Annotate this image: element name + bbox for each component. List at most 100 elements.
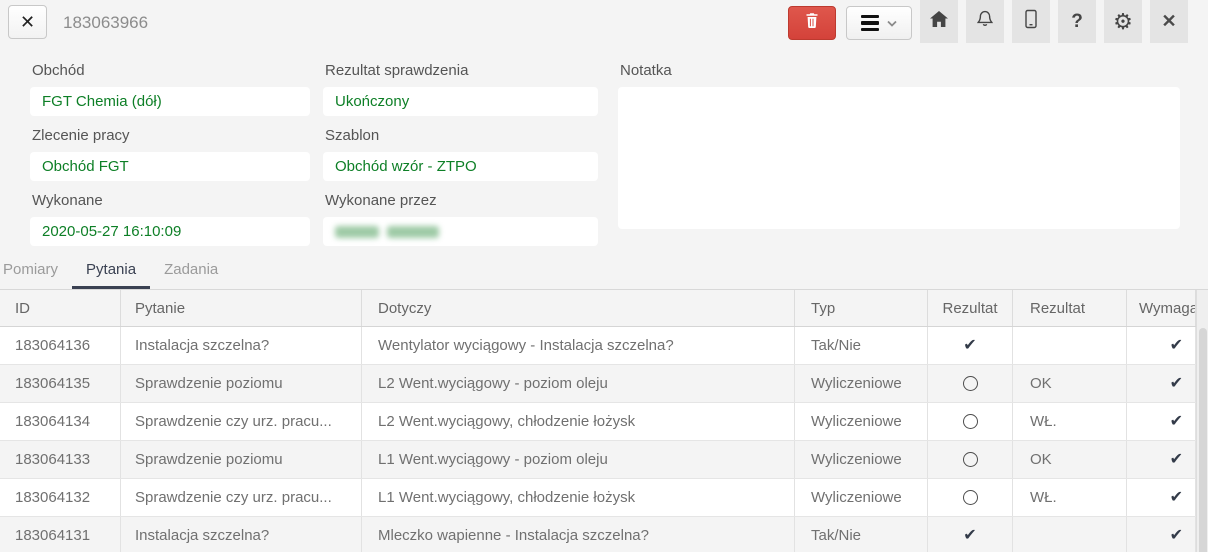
column-header-pytanie[interactable]: Pytanie: [121, 290, 362, 326]
cell-rezultat-text: [1013, 517, 1127, 552]
cell-pytanie: Sprawdzenie czy urz. pracu...: [121, 479, 362, 516]
app-window: ✕ 183063966: [0, 0, 1208, 552]
circle-icon[interactable]: [963, 376, 978, 391]
tab-pomiary[interactable]: Pomiary: [2, 254, 72, 289]
column-header-typ[interactable]: Typ: [795, 290, 928, 326]
page-title: 183063966: [63, 0, 148, 45]
hamburger-icon: [861, 15, 879, 32]
cell-typ: Tak/Nie: [795, 327, 928, 364]
cell-dotyczy: L2 Went.wyciągowy - poziom oleju: [362, 365, 795, 402]
cell-id: 183064131: [0, 517, 121, 552]
rezultat-sprawdzenia-label: Rezultat sprawdzenia: [325, 61, 598, 80]
table-row[interactable]: 183064132 Sprawdzenie czy urz. pracu... …: [0, 479, 1196, 517]
table-row[interactable]: 183064133 Sprawdzenie poziomu L1 Went.wy…: [0, 441, 1196, 479]
check-icon: ✔: [1170, 490, 1183, 506]
form-column-3: Notatka: [618, 61, 1180, 246]
delete-button[interactable]: [788, 6, 836, 40]
check-icon: ✔: [1170, 528, 1183, 544]
check-icon: ✔: [1170, 376, 1183, 392]
scrollbar-thumb[interactable]: [1199, 328, 1207, 552]
circle-icon[interactable]: [963, 452, 978, 467]
table-body: 183064136 Instalacja szczelna? Wentylato…: [0, 327, 1208, 552]
gear-icon: ⚙: [1113, 11, 1133, 33]
cell-rezultat-icon[interactable]: [928, 403, 1013, 440]
table-row[interactable]: 183064131 Instalacja szczelna? Mleczko w…: [0, 517, 1196, 552]
check-icon: ✔: [1170, 452, 1183, 468]
szablon-label: Szablon: [325, 126, 598, 145]
settings-button[interactable]: ⚙: [1104, 0, 1142, 43]
table-row[interactable]: 183064134 Sprawdzenie czy urz. pracu... …: [0, 403, 1196, 441]
szablon-field[interactable]: Obchód wzór - ZTPO: [323, 152, 598, 181]
obchod-field[interactable]: FGT Chemia (dół): [30, 87, 310, 116]
questions-table: ID Pytanie Dotyczy Typ Rezultat Rezultat…: [0, 289, 1208, 552]
redacted-name-blob: [387, 226, 439, 238]
help-button[interactable]: ?: [1058, 0, 1096, 43]
obchod-label: Obchód: [32, 61, 310, 80]
column-header-rezultat1[interactable]: Rezultat: [928, 290, 1013, 326]
check-icon: ✔: [1170, 414, 1183, 430]
chevron-down-icon: [887, 14, 897, 32]
section-tabs: Pomiary Pytania Zadania: [0, 254, 1208, 289]
column-header-rezultat2[interactable]: Rezultat: [1013, 290, 1127, 326]
zlecenie-pracy-field[interactable]: Obchód FGT: [30, 152, 310, 181]
cell-rezultat-icon[interactable]: [928, 441, 1013, 478]
cell-wymaga: ✔: [1127, 441, 1196, 478]
cell-rezultat-icon[interactable]: ✔: [928, 327, 1013, 364]
table-row[interactable]: 183064136 Instalacja szczelna? Wentylato…: [0, 327, 1196, 365]
cell-typ: Wyliczeniowe: [795, 479, 928, 516]
cell-pytanie: Sprawdzenie poziomu: [121, 441, 362, 478]
menu-dropdown-button[interactable]: [846, 6, 912, 40]
column-header-wymaga[interactable]: Wymaga: [1127, 290, 1196, 326]
form-column-2: Rezultat sprawdzenia Ukończony Szablon O…: [323, 61, 598, 246]
cell-wymaga: ✔: [1127, 517, 1196, 552]
toolbar-actions: ? ⚙ ✕: [788, 0, 1188, 43]
cell-typ: Tak/Nie: [795, 517, 928, 552]
cell-rezultat-text: WŁ.: [1013, 479, 1127, 516]
cell-pytanie: Instalacja szczelna?: [121, 327, 362, 364]
cell-id: 183064135: [0, 365, 121, 402]
question-icon: ?: [1071, 11, 1083, 33]
cell-rezultat-text: OK: [1013, 365, 1127, 402]
circle-icon[interactable]: [963, 414, 978, 429]
close-icon: ✕: [20, 12, 35, 33]
cell-id: 183064132: [0, 479, 121, 516]
bell-icon: [975, 9, 995, 35]
vertical-scrollbar[interactable]: [1196, 290, 1208, 552]
cell-dotyczy: Wentylator wyciągowy - Instalacja szczel…: [362, 327, 795, 364]
cell-rezultat-text: WŁ.: [1013, 403, 1127, 440]
home-icon: [929, 10, 949, 34]
cell-rezultat-icon[interactable]: [928, 479, 1013, 516]
check-icon: ✔: [963, 528, 976, 544]
cell-id: 183064133: [0, 441, 121, 478]
notatka-textarea[interactable]: [618, 87, 1180, 229]
mobile-button[interactable]: [1012, 0, 1050, 43]
notifications-button[interactable]: [966, 0, 1004, 43]
cell-pytanie: Instalacja szczelna?: [121, 517, 362, 552]
cell-wymaga: ✔: [1127, 327, 1196, 364]
home-button[interactable]: [920, 0, 958, 43]
cell-typ: Wyliczeniowe: [795, 403, 928, 440]
column-header-id[interactable]: ID: [0, 290, 121, 326]
cell-rezultat-text: [1013, 327, 1127, 364]
cell-pytanie: Sprawdzenie poziomu: [121, 365, 362, 402]
mobile-phone-icon: [1024, 9, 1038, 35]
rezultat-sprawdzenia-field[interactable]: Ukończony: [323, 87, 598, 116]
zlecenie-pracy-label: Zlecenie pracy: [32, 126, 310, 145]
wykonane-field[interactable]: 2020-05-27 16:10:09: [30, 217, 310, 246]
redacted-name-blob: [335, 226, 379, 238]
back-close-button[interactable]: ✕: [8, 5, 47, 39]
cell-dotyczy: L1 Went.wyciągowy, chłodzenie łożysk: [362, 479, 795, 516]
circle-icon[interactable]: [963, 490, 978, 505]
cell-id: 183064134: [0, 403, 121, 440]
cell-rezultat-icon[interactable]: [928, 365, 1013, 402]
close-window-button[interactable]: ✕: [1150, 0, 1188, 43]
cell-typ: Wyliczeniowe: [795, 365, 928, 402]
wykonane-przez-field[interactable]: [323, 217, 598, 246]
cell-wymaga: ✔: [1127, 365, 1196, 402]
column-header-dotyczy[interactable]: Dotyczy: [362, 290, 795, 326]
tab-pytania[interactable]: Pytania: [72, 254, 150, 289]
table-row[interactable]: 183064135 Sprawdzenie poziomu L2 Went.wy…: [0, 365, 1196, 403]
tab-zadania[interactable]: Zadania: [150, 254, 232, 289]
cell-rezultat-icon[interactable]: ✔: [928, 517, 1013, 552]
close-icon: ✕: [1161, 11, 1176, 32]
